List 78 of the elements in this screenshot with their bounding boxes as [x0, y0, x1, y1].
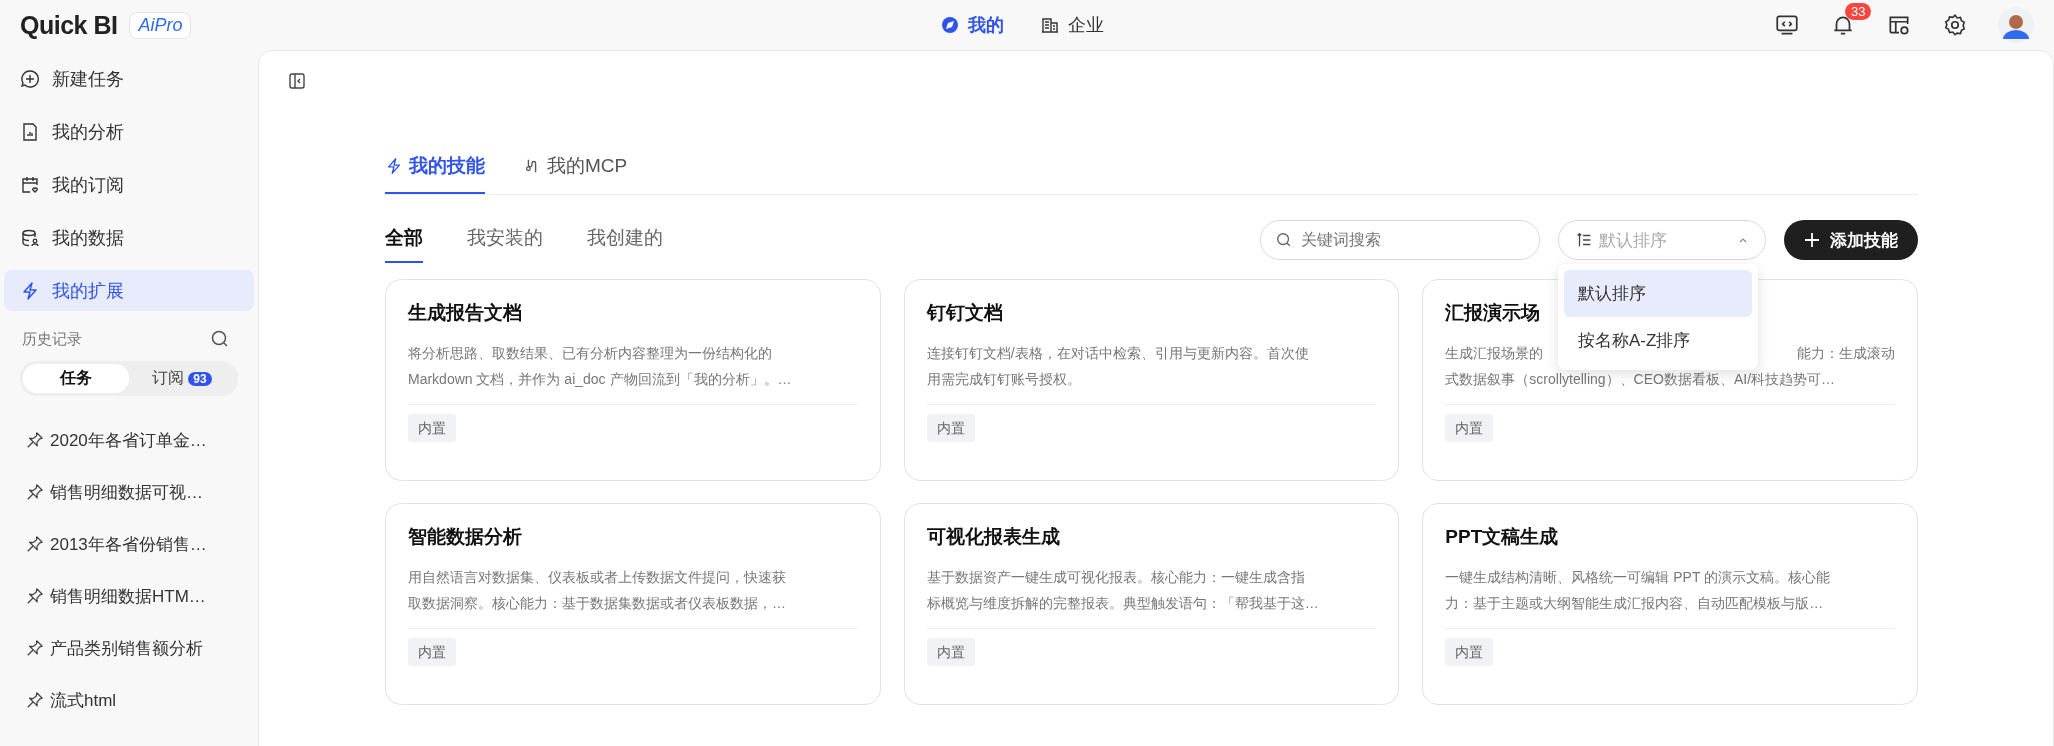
card-description: Markdown 文档，并作为 ai_doc 产物回流到「我的分析」。… — [408, 370, 792, 389]
add-skill-button[interactable]: 添加技能 — [1784, 220, 1918, 260]
card-title: 汇报演示场 — [1445, 301, 1542, 325]
filter-tab[interactable]: 全部 — [385, 217, 423, 263]
toggle-option[interactable]: 任务 — [23, 364, 129, 393]
lightning-icon — [20, 280, 40, 301]
card-tag: 内置 — [1445, 638, 1494, 666]
filter-tab[interactable]: 我安装的 — [467, 217, 543, 263]
card-description: 用自然语言对数据集、仪表板或者上传数据文件提问，快速获 — [408, 568, 786, 587]
card-description: 力：基于主题或大纲智能生成汇报内容、自动匹配模板与版… — [1445, 594, 1824, 613]
chat-plus-icon — [20, 68, 40, 89]
card-title: 智能数据分析 — [408, 525, 523, 549]
skill-card[interactable]: PPT文稿生成 一键生成结构清晰、风格统一可编辑 PPT 的演示文稿。核心能 力：基于主题或大纲智能生成汇报内容、自动匹配模板与版… 内置 — [1422, 503, 1918, 705]
search-icon[interactable] — [210, 329, 230, 349]
plus-icon — [1804, 232, 1820, 248]
card-description: 标概览与维度拆解的完整报表。典型触发语句：「帮我基于这… — [926, 594, 1319, 613]
filter-tab[interactable]: 我创建的 — [587, 217, 663, 263]
card-description: 式数据叙事（scrollytelling）、CEO数据看板、AI/科技趋势可… — [1445, 370, 1836, 389]
history-heading: 历史记录 — [22, 329, 82, 349]
card-title: 钉钉文档 — [926, 301, 1004, 325]
skill-card[interactable]: 钉钉文档 连接钉钉文档/表格，在对话中检索、引用与更新内容。首次使 用需完成钉钉账号授权。 内置 — [903, 279, 1400, 481]
card-description: 能力：生成滚动 — [1797, 344, 1895, 363]
sort-icon — [1575, 231, 1593, 249]
pin-icon — [26, 691, 44, 709]
history-item[interactable]: 2013年各省份销售… — [4, 518, 254, 570]
search-field[interactable]: 关键词搜索 — [1260, 220, 1540, 260]
sort-option[interactable]: 默认排序 — [1564, 270, 1752, 317]
sidebar-item[interactable]: 新建任务 — [4, 58, 254, 99]
top-nav-tab[interactable]: 企业 — [1040, 13, 1104, 37]
history-item[interactable]: 流式html — [4, 674, 254, 726]
card-title: 可视化报表生成 — [926, 525, 1061, 549]
pin-icon — [26, 639, 44, 657]
tab[interactable]: 我的MCP — [523, 141, 628, 194]
product-badge: AiPro — [129, 11, 192, 39]
history-item[interactable]: 销售明细数据可视… — [4, 466, 254, 518]
pin-icon — [26, 587, 44, 605]
sidebar-collapse-icon[interactable] — [287, 71, 307, 91]
card-tag: 内置 — [408, 414, 456, 442]
card-description: 取数据洞察。核心能力：基于数据集数据或者仪表板数据，… — [408, 594, 786, 613]
settings-icon[interactable] — [1942, 12, 1968, 38]
pin-icon — [26, 483, 44, 501]
card-tag: 内置 — [1445, 414, 1494, 442]
notification-badge: 33 — [1845, 3, 1872, 20]
card-tag: 内置 — [408, 638, 456, 666]
card-description: 用需完成钉钉账号授权。 — [926, 370, 1081, 389]
card-tag: 内置 — [926, 638, 975, 666]
card-description: 连接钉钉文档/表格，在对话中检索、引用与更新内容。首次使 — [926, 344, 1309, 363]
pin-icon — [26, 535, 44, 553]
database-user-icon — [20, 227, 40, 248]
card-description: 一键生成结构清晰、风格统一可编辑 PPT 的演示文稿。核心能 — [1445, 568, 1831, 587]
tab[interactable]: 我的技能 — [385, 141, 485, 194]
card-description: 将分析思路、取数结果、已有分析内容整理为一份结构化的 — [408, 344, 772, 363]
skill-card[interactable]: 智能数据分析 用自然语言对数据集、仪表板或者上传数据文件提问，快速获 取数据洞察。核心能力：基于数据集数据或者仪表板数据，… 内置 — [385, 503, 881, 705]
building-icon — [1040, 15, 1060, 35]
calendar-icon — [20, 174, 40, 195]
compass-icon — [940, 15, 960, 35]
card-tag: 内置 — [926, 414, 975, 442]
card-title: PPT文稿生成 — [1445, 525, 1560, 549]
card-description: 生成汇报场景的 — [1445, 344, 1544, 363]
history-item[interactable]: 2020年各省订单金… — [4, 414, 254, 466]
user-avatar[interactable] — [1998, 7, 2034, 43]
pin-icon — [26, 431, 44, 449]
top-nav-tab[interactable]: 我的 — [940, 13, 1004, 37]
skill-card[interactable]: 生成报告文档 将分析思路、取数结果、已有分析内容整理为一份结构化的 Markdown 文档，并作为 ai_doc 产物回流到「我的分析」。… 内置 — [385, 279, 881, 481]
document-chart-icon — [20, 121, 40, 142]
card-title: 生成报告文档 — [408, 301, 523, 325]
sidebar-item[interactable]: 我的数据 — [4, 217, 254, 258]
sort-option[interactable]: 按名称A-Z排序 — [1564, 317, 1752, 364]
sidebar-item[interactable]: 我的扩展 — [4, 270, 254, 311]
lightning-icon — [385, 157, 403, 175]
sidebar-item[interactable]: 我的订阅 — [4, 164, 254, 205]
history-item[interactable]: 产品类别销售额分析 — [4, 622, 254, 674]
history-item[interactable]: 销售明细数据HTM… — [4, 570, 254, 622]
skill-card[interactable]: 可视化报表生成 基于数据资产一键生成可视化报表。核心能力：一键生成含指 标概览与维度拆解的完整报表。典型触发语句：「帮我基于这… 内置 — [903, 503, 1400, 705]
sidebar-item[interactable]: 我的分析 — [4, 111, 254, 152]
card-description: 基于数据资产一键生成可视化报表。核心能力：一键生成含指 — [926, 568, 1305, 587]
toggle-option[interactable]: 订阅 93 — [129, 364, 235, 393]
logo: Quick BI — [20, 10, 118, 40]
